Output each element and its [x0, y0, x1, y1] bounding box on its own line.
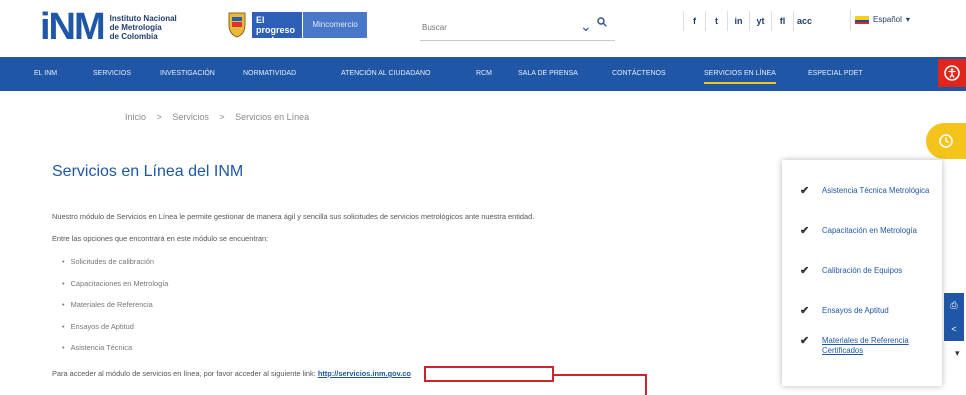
nav-item-servicios[interactable]: SERVICIOS — [93, 57, 131, 91]
services-side-panel: ✔ Asistencia Técnica Metrológica ✔ Capac… — [782, 160, 942, 386]
nav-item-contactenos[interactable]: CONTÁCTENOS — [612, 57, 666, 91]
list-item: Asistencia Técnica — [62, 342, 168, 364]
nav-item-atencion-ciudadano[interactable]: ATENCIÓN AL CIUDADANO — [341, 57, 430, 91]
highlight-connector-vertical — [645, 374, 647, 395]
main-nav: EL INM SERVICIOS INVESTIGACIÓN NORMATIVI… — [0, 57, 966, 91]
side-item-ensayos[interactable]: ✔ Ensayos de Aptitud — [800, 306, 930, 317]
share-icon[interactable]: < — [944, 317, 964, 341]
facebook-icon[interactable]: f — [683, 11, 705, 31]
twitter-icon[interactable]: t — [705, 11, 727, 31]
link-highlight-box — [424, 366, 554, 382]
site-header: iNM Instituto Nacional de Metrología de … — [0, 0, 966, 56]
print-icon[interactable]: ⎙ — [944, 293, 964, 317]
access-paragraph: Para acceder al módulo de servicios en l… — [52, 369, 411, 378]
search-input[interactable] — [420, 22, 564, 33]
nav-item-investigacion[interactable]: INVESTIGACIÓN — [160, 57, 215, 91]
access-text: Para acceder al módulo de servicios en l… — [52, 369, 316, 378]
search-icon[interactable] — [597, 17, 607, 27]
breadcrumb-item-servicios[interactable]: Servicios — [172, 112, 209, 122]
colombia-shield-icon — [228, 12, 246, 38]
breadcrumb-separator: > — [156, 112, 162, 122]
accessibility-icon — [944, 65, 960, 81]
highlight-connector — [554, 374, 646, 376]
chevron-down-icon: ▾ — [905, 15, 910, 24]
logo-text-line: Instituto Nacional — [109, 13, 177, 23]
chevron-down-icon[interactable]: ⌄ — [580, 18, 592, 35]
side-item-label: Asistencia Técnica Metrológica — [822, 186, 930, 195]
options-list: Solicitudes de calibración Capacitacione… — [62, 256, 169, 364]
breadcrumb-item-current: Servicios en Línea — [235, 112, 310, 122]
flickr-icon[interactable]: fl — [771, 11, 793, 31]
nav-item-sala-prensa[interactable]: SALA DE PRENSA — [518, 57, 578, 91]
caret-down-icon[interactable]: ▾ — [955, 348, 960, 359]
logo-mark: iNM — [40, 6, 106, 48]
breadcrumb: Inicio > Servicios > Servicios en Línea — [125, 112, 317, 122]
check-icon: ✔ — [800, 335, 810, 347]
inm-logo[interactable]: iNM Instituto Nacional de Metrología de … — [40, 6, 177, 48]
list-item: Materiales de Referencia — [62, 299, 168, 321]
clock-icon — [939, 134, 953, 148]
social-links: f t in yt fl acc — [683, 10, 815, 32]
gov-banner[interactable]: El progreso es de todos — [252, 12, 302, 55]
check-icon: ✔ — [800, 265, 810, 277]
list-item: Ensayos de Aptitud — [62, 321, 168, 343]
check-icon: ✔ — [800, 225, 810, 237]
logo-text-line: de Metrología — [109, 22, 162, 32]
side-item-capacitacion[interactable]: ✔ Capacitación en Metrología — [800, 226, 930, 237]
side-tools: ⎙ < — [944, 293, 964, 341]
check-icon: ✔ — [800, 185, 810, 197]
colombia-flag-icon — [855, 16, 869, 24]
language-label: Español — [873, 15, 902, 24]
nav-item-especial-pdet[interactable]: ESPECIAL PDET — [808, 57, 863, 91]
options-intro: Entre las opciones que encontrará en est… — [52, 234, 269, 243]
breadcrumb-item-inicio[interactable]: Inicio — [125, 112, 146, 122]
linkedin-icon[interactable]: in — [727, 11, 749, 31]
logo-text-line: de Colombia — [109, 31, 158, 41]
list-item: Solicitudes de calibración — [62, 256, 168, 278]
page-title: Servicios en Línea del INM — [52, 163, 244, 180]
list-item: Capacitaciones en Metrología — [62, 278, 169, 300]
side-item-label: Materiales de Referencia Certificados — [822, 336, 909, 355]
mincomercio-banner[interactable]: Mincomercio — [303, 12, 367, 38]
logo-text: Instituto Nacional de Metrología de Colo… — [110, 14, 177, 41]
check-icon: ✔ — [800, 305, 810, 317]
side-item-label: Calibración de Equipos — [822, 266, 903, 275]
services-link[interactable]: http://servicios.inm.gov.co — [318, 369, 411, 378]
side-item-calibracion[interactable]: ✔ Calibración de Equipos — [800, 266, 930, 277]
nav-item-rcm[interactable]: RCM — [476, 57, 492, 91]
side-item-materiales[interactable]: ✔ Materiales de Referencia Certificados — [800, 336, 930, 356]
search-box: ⌄ — [420, 14, 615, 41]
side-item-asistencia[interactable]: ✔ Asistencia Técnica Metrológica — [800, 186, 930, 197]
accessibility-button[interactable] — [938, 59, 966, 87]
youtube-icon[interactable]: yt — [749, 11, 771, 31]
nav-item-servicios-en-linea[interactable]: SERVICIOS EN LÍNEA — [704, 57, 776, 91]
history-button[interactable] — [926, 123, 966, 159]
side-item-label: Capacitación en Metrología — [822, 226, 917, 235]
nav-item-el-inm[interactable]: EL INM — [34, 57, 57, 91]
intro-paragraph: Nuestro módulo de Servicios en Línea le … — [52, 212, 535, 221]
language-selector[interactable]: Español ▾ — [850, 10, 910, 30]
side-item-label: Ensayos de Aptitud — [822, 306, 889, 315]
breadcrumb-separator: > — [219, 112, 225, 122]
accessibility-icon[interactable]: acc — [793, 11, 815, 31]
nav-item-normatividad[interactable]: NORMATIVIDAD — [243, 57, 296, 91]
